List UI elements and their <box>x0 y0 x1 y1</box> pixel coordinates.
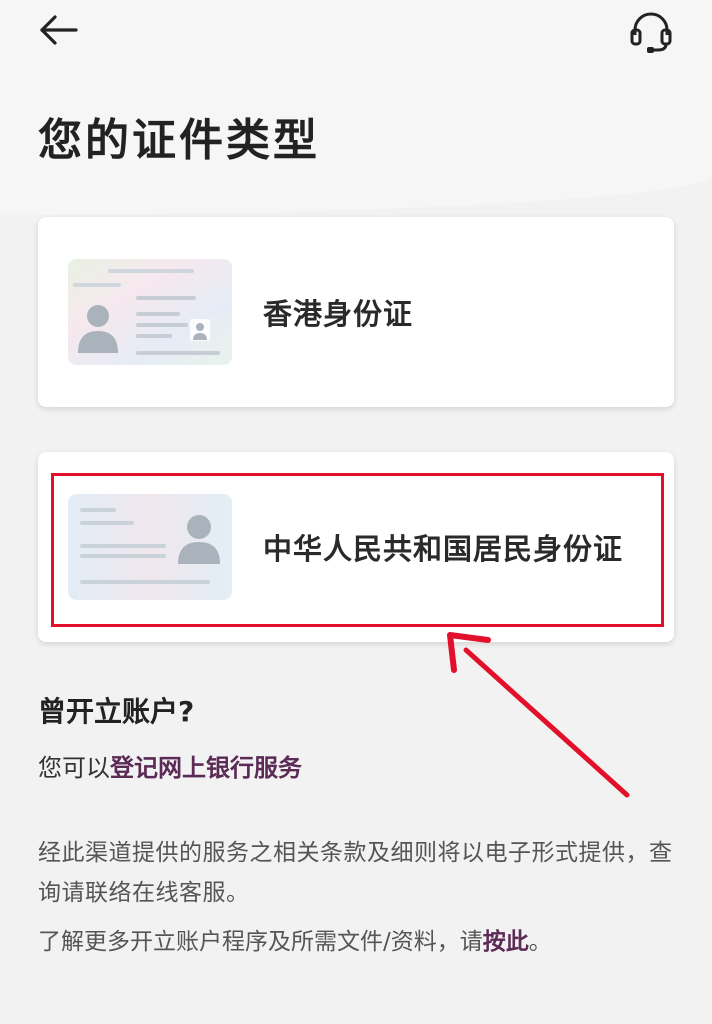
id-option-hk-card[interactable]: 香港身份证 <box>38 217 674 407</box>
register-prefix: 您可以 <box>38 754 110 782</box>
customer-support-button[interactable] <box>626 8 676 56</box>
id-option-prc-card[interactable]: 中华人民共和国居民身份证 <box>38 452 674 642</box>
terms-notice: 经此渠道提供的服务之相关条款及细则将以电子形式提供，查询请联络在线客服。 <box>38 840 673 906</box>
more-info-prefix: 了解更多开立账户程序及所需文件/资料，请 <box>38 929 483 955</box>
top-bar <box>0 0 712 64</box>
register-online-banking-line: 您可以登记网上银行服务 <box>38 750 302 786</box>
headset-icon <box>630 12 672 53</box>
hk-id-card-icon <box>68 259 232 365</box>
register-online-banking-link[interactable]: 登记网上银行服务 <box>110 754 302 782</box>
id-option-label: 香港身份证 <box>263 297 414 331</box>
existing-account-heading: 曾开立账户? <box>38 695 195 728</box>
prc-id-card-icon <box>68 494 232 600</box>
page-title: 您的证件类型 <box>38 115 320 166</box>
more-info-line: 了解更多开立账户程序及所需文件/资料，请按此。 <box>38 922 552 962</box>
arrow-left-icon <box>40 15 78 45</box>
back-button[interactable] <box>36 10 84 52</box>
more-info-suffix: 。 <box>528 929 552 955</box>
id-option-label: 中华人民共和国居民身份证 <box>263 532 624 566</box>
click-here-link[interactable]: 按此 <box>483 929 529 955</box>
